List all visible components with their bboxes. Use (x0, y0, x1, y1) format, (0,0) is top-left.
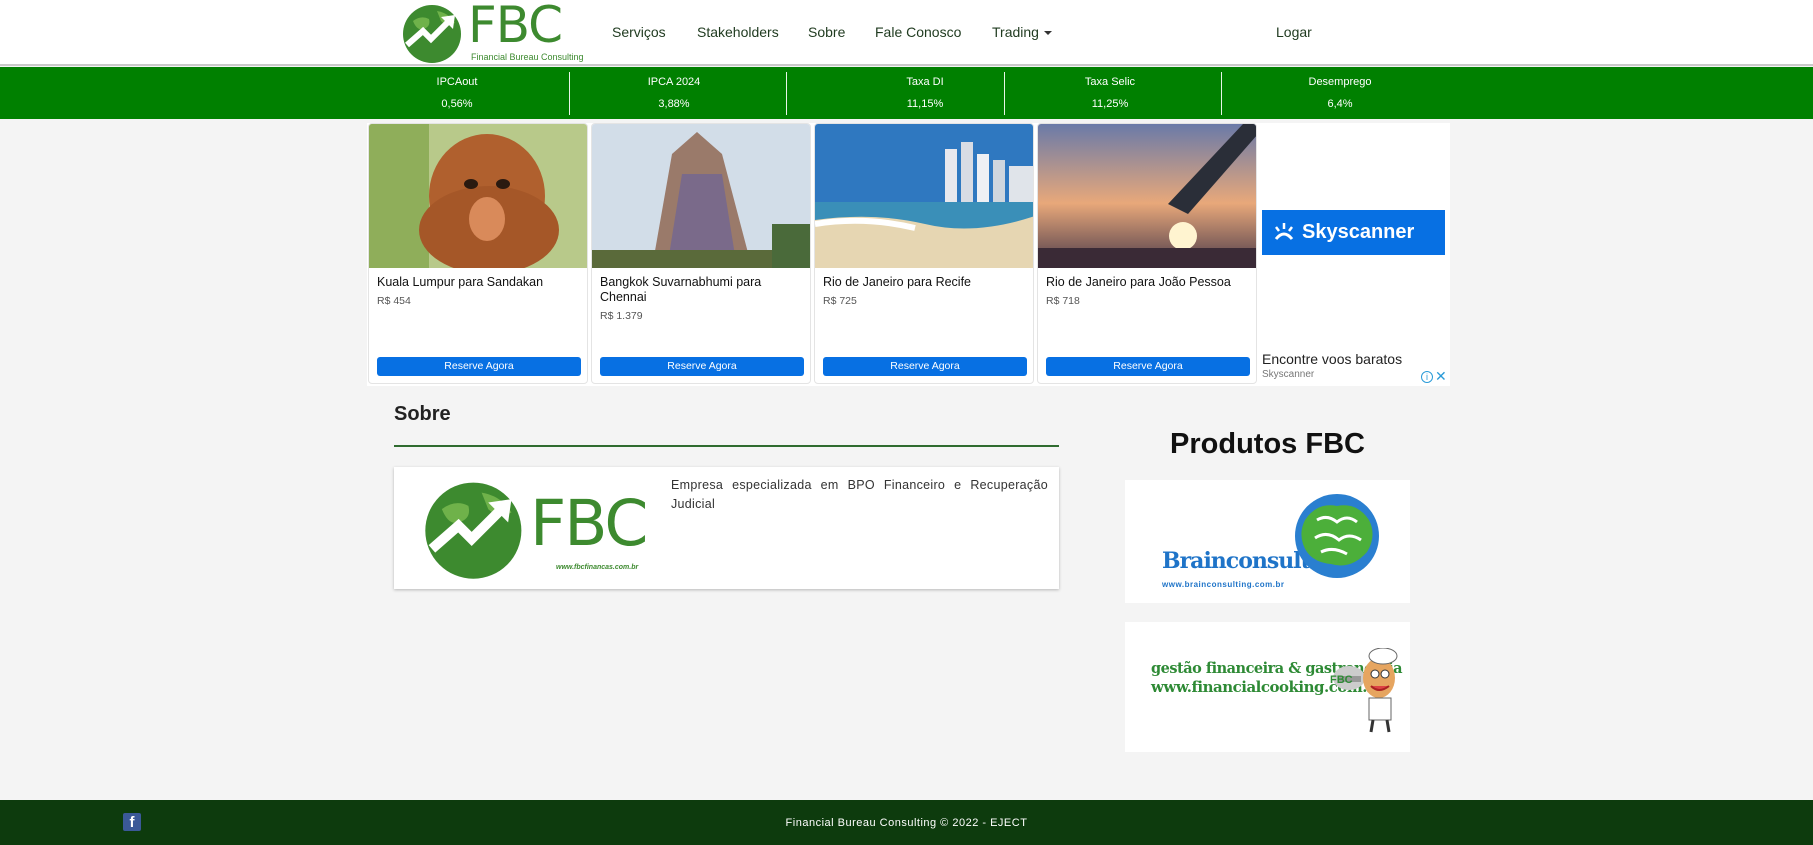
brainconsulting-url: www.brainconsulting.com.br (1162, 580, 1285, 589)
ticker-label: Taxa DI (906, 76, 944, 88)
ticker-label: IPCA 2024 (647, 76, 701, 88)
nav-trading[interactable]: Trading (992, 24, 1052, 40)
footer-copyright: Financial Bureau Consulting © 2022 - EJE… (785, 817, 1028, 829)
ad-card-title: Bangkok Suvarnabhumi para Chennai (600, 275, 762, 304)
nav-fale-conosco[interactable]: Fale Conosco (875, 24, 961, 40)
reserve-button[interactable]: Reserve Agora (1046, 357, 1250, 376)
fbc-logo-text: FBC (530, 487, 648, 560)
ticker-item: Taxa Selic 11,25% (1042, 72, 1178, 114)
ticker-divider (1004, 72, 1005, 115)
ticker-item: Desemprego 6,4% (1270, 72, 1410, 114)
ad-card[interactable]: Bangkok Suvarnabhumi para Chennai R$ 1.3… (591, 123, 811, 384)
sobre-card: FBC www.fbcfinancas.com.br Empresa espec… (394, 467, 1059, 589)
ad-card-title: Rio de Janeiro para Recife (823, 275, 971, 289)
skyscanner-ad: Kuala Lumpur para Sandakan R$ 454 Reserv… (367, 123, 1450, 386)
reserve-button[interactable]: Reserve Agora (600, 357, 804, 376)
indicator-ticker: IPCAout 0,56% IPCA 2024 3,88% Taxa DI 11… (0, 67, 1813, 119)
ticker-value: 6,4% (1327, 98, 1353, 110)
sunrise-icon (1274, 223, 1294, 240)
ad-card-title: Rio de Janeiro para João Pessoa (1046, 275, 1231, 289)
globe-arrow-icon (425, 482, 522, 579)
ad-card[interactable]: Kuala Lumpur para Sandakan R$ 454 Reserv… (368, 123, 588, 384)
ticker-value: 11,15% (906, 98, 944, 110)
ad-card-price: R$ 718 (1046, 295, 1080, 307)
fbc-logo[interactable]: FBC Financial Bureau Consulting (401, 0, 584, 65)
ticker-divider (786, 72, 787, 115)
fbc-logo-url: www.fbcfinancas.com.br (556, 564, 639, 571)
ticker-label: IPCAout (436, 76, 478, 88)
sobre-description: Empresa especializada em BPO Financeiro … (671, 478, 1048, 511)
sobre-heading: Sobre (394, 403, 451, 425)
ticker-item: IPCA 2024 3,88% (606, 72, 742, 114)
skyscanner-brand-text: Skyscanner (1302, 221, 1415, 243)
airplane-wing-image (1038, 124, 1256, 268)
skyscanner-logo[interactable]: Skyscanner (1262, 210, 1445, 255)
globe-arrow-icon (403, 5, 461, 63)
beach-image (815, 124, 1033, 268)
logo-subtitle: Financial Bureau Consulting (471, 52, 584, 62)
ad-card-title: Kuala Lumpur para Sandakan (377, 275, 544, 289)
logo-text: FBC (468, 0, 563, 54)
sobre-divider (394, 445, 1059, 447)
fbc-company-logo: FBC www.fbcfinancas.com.br (422, 475, 648, 583)
ticker-item: Taxa DI 11,15% (857, 72, 993, 114)
site-footer: f Financial Bureau Consulting © 2022 - E… (0, 800, 1813, 845)
reserve-button[interactable]: Reserve Agora (377, 357, 581, 376)
ticker-value: 11,25% (1091, 98, 1129, 110)
nav-trading-label: Trading (992, 24, 1039, 40)
ad-card-price: R$ 725 (823, 295, 857, 307)
nav-sobre[interactable]: Sobre (808, 24, 845, 40)
produtos-heading: Produtos FBC (1170, 428, 1365, 460)
ad-tagline[interactable]: Encontre voos baratos (1262, 351, 1402, 367)
temple-image (592, 124, 810, 268)
site-header: FBC Financial Bureau Consulting Serviços… (0, 0, 1813, 66)
ticker-divider (569, 72, 570, 115)
ad-card-price: R$ 454 (377, 295, 411, 307)
ad-source: Skyscanner (1262, 369, 1315, 380)
chef-mascot-icon (1333, 648, 1398, 733)
financialcooking-fbc-badge: FBC (1330, 674, 1353, 686)
reserve-button[interactable]: Reserve Agora (823, 357, 1027, 376)
brain-globe-icon (1295, 494, 1379, 578)
ad-info-icon[interactable]: i (1421, 371, 1433, 383)
ad-card-price: R$ 1.379 (600, 310, 643, 322)
nav-stakeholders[interactable]: Stakeholders (697, 24, 779, 40)
ad-close-icon[interactable]: ✕ (1435, 368, 1447, 385)
caret-down-icon (1043, 31, 1052, 36)
ticker-label: Desemprego (1308, 76, 1372, 88)
login-link[interactable]: Logar (1276, 24, 1312, 40)
ticker-divider (1221, 72, 1222, 115)
ad-card[interactable]: Rio de Janeiro para Recife R$ 725 Reserv… (814, 123, 1034, 384)
ticker-label: Taxa Selic (1084, 76, 1136, 88)
ticker-value: 0,56% (441, 98, 473, 110)
ticker-item: IPCAout 0,56% (389, 72, 525, 114)
proboscis-monkey-image (369, 124, 587, 274)
ad-card[interactable]: Rio de Janeiro para João Pessoa R$ 718 R… (1037, 123, 1257, 384)
financialcooking-banner[interactable]: gestão financeira & gastronomia www.fina… (1125, 622, 1410, 752)
ticker-value: 3,88% (658, 98, 690, 110)
brainconsulting-banner[interactable]: Brainconsulting www.brainconsulting.com.… (1125, 480, 1410, 603)
nav-servicos[interactable]: Serviços (612, 24, 666, 40)
